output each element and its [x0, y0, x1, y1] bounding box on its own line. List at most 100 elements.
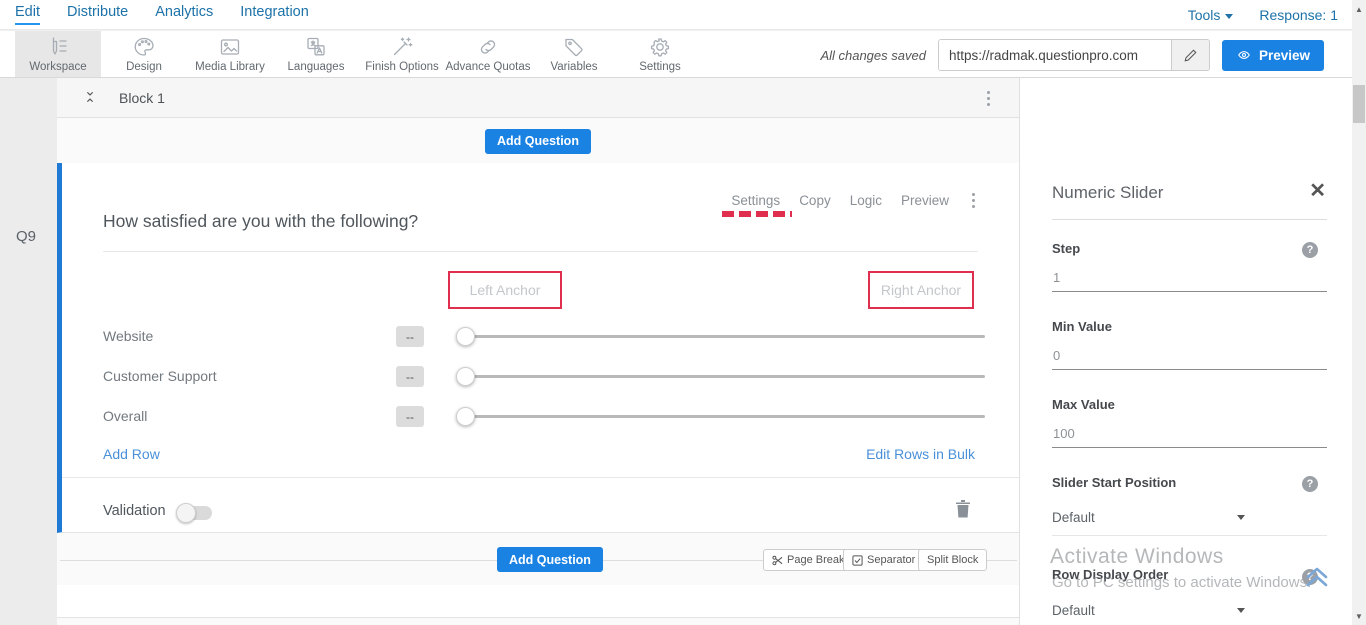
- help-icon[interactable]: ?: [1302, 476, 1318, 492]
- edit-rows-in-bulk-link[interactable]: Edit Rows in Bulk: [866, 446, 975, 462]
- slider-handle[interactable]: [456, 407, 475, 426]
- row-label-website[interactable]: Website: [103, 328, 153, 344]
- block-title[interactable]: Block 1: [119, 90, 165, 106]
- nav-tab-analytics[interactable]: Analytics: [155, 4, 213, 25]
- question-preview-link[interactable]: Preview: [901, 193, 949, 208]
- toolbar-item-label: Design: [126, 61, 162, 73]
- scrollbar-up-arrow[interactable]: ▲: [1352, 2, 1366, 16]
- question-copy-link[interactable]: Copy: [799, 193, 831, 208]
- nav-tab-edit[interactable]: Edit: [15, 4, 40, 25]
- variables-icon: [562, 35, 586, 59]
- nav-tab-distribute[interactable]: Distribute: [67, 4, 128, 25]
- preview-label: Preview: [1259, 48, 1310, 63]
- selected-option: Default: [1052, 603, 1095, 618]
- top-nav: Edit Distribute Analytics Integration To…: [0, 0, 1366, 30]
- collapse-block-button[interactable]: [83, 89, 101, 107]
- separator-button[interactable]: Separator: [843, 549, 924, 571]
- toolbar-item-label: Settings: [639, 61, 681, 73]
- toolbar-item-languages[interactable]: Languages: [273, 31, 359, 77]
- survey-url-input[interactable]: [939, 40, 1171, 70]
- left-anchor-input[interactable]: [456, 282, 555, 298]
- separator-label: Separator: [867, 554, 915, 566]
- chevron-down-icon: [1237, 608, 1245, 613]
- slider-handle[interactable]: [456, 327, 475, 346]
- slider-handle[interactable]: [456, 367, 475, 386]
- row-label-overall[interactable]: Overall: [103, 408, 147, 424]
- next-block-area: [57, 585, 1019, 618]
- advance-quotas-icon: [476, 35, 500, 59]
- slider-start-position-label: Slider Start Position: [1052, 475, 1176, 490]
- slider-track: [460, 335, 985, 338]
- toolbar-item-design[interactable]: Design: [101, 31, 187, 77]
- min-value-label: Min Value: [1052, 319, 1112, 334]
- add-row-link[interactable]: Add Row: [103, 446, 160, 462]
- delete-question-button[interactable]: [955, 499, 971, 518]
- preview-button[interactable]: Preview: [1222, 40, 1324, 71]
- right-anchor-annotation-box: [868, 271, 974, 309]
- tools-label: Tools: [1188, 7, 1221, 23]
- activate-windows-watermark-line2: Go to PC settings to activate Windows.: [1052, 574, 1311, 591]
- eye-icon: [1236, 49, 1252, 61]
- question-settings-panel: Numeric Slider ✕ Step ? Min Value Max Va…: [1020, 78, 1352, 625]
- scrollbar-thumb[interactable]: [1353, 85, 1365, 123]
- toolbar-item-media-library[interactable]: Media Library: [187, 31, 273, 77]
- left-anchor-annotation-box: [448, 271, 562, 309]
- right-anchor-input[interactable]: [875, 282, 967, 298]
- settings-panel-divider: [1052, 219, 1327, 220]
- question-number: Q9: [16, 228, 36, 245]
- row-display-order-select[interactable]: Default: [1052, 603, 1327, 625]
- question-logic-link[interactable]: Logic: [850, 193, 882, 208]
- min-value-input[interactable]: [1052, 348, 1327, 370]
- split-block-label: Split Block: [927, 554, 978, 566]
- add-question-button-bottom[interactable]: Add Question: [497, 547, 603, 572]
- add-question-strip-bottom: Add Question Page Break Separator Split …: [57, 534, 1019, 585]
- checkbox-icon: [852, 555, 863, 566]
- row-value-chip: --: [396, 366, 424, 387]
- question-text[interactable]: How satisfied are you with the following…: [103, 211, 418, 232]
- step-label: Step: [1052, 241, 1080, 256]
- nav-tab-integration[interactable]: Integration: [240, 4, 309, 25]
- response-count[interactable]: Response: 1: [1259, 7, 1338, 23]
- pencil-icon: [1183, 48, 1198, 63]
- toolbar-item-settings[interactable]: Settings: [617, 31, 703, 77]
- block-menu-button[interactable]: [983, 87, 994, 110]
- slider-track: [460, 415, 985, 418]
- split-block-button[interactable]: Split Block: [918, 549, 987, 571]
- toolbar-item-variables[interactable]: Variables: [531, 31, 617, 77]
- finish-options-icon: [390, 35, 414, 59]
- scroll-to-top-button[interactable]: [1303, 565, 1331, 594]
- close-icon[interactable]: ✕: [1309, 181, 1326, 201]
- double-chevron-up-icon: [1303, 565, 1331, 589]
- toolbar-item-advance-quotas[interactable]: Advance Quotas: [445, 31, 531, 77]
- max-value-input[interactable]: [1052, 426, 1327, 448]
- question-actions: Settings Copy Logic Preview: [731, 189, 979, 212]
- validation-toggle[interactable]: [178, 506, 212, 520]
- toolbar-item-label: Media Library: [195, 61, 265, 73]
- question-settings-link[interactable]: Settings: [731, 193, 780, 208]
- edit-url-button[interactable]: [1171, 40, 1209, 70]
- question-menu-button[interactable]: [968, 189, 979, 212]
- trash-icon: [955, 499, 971, 518]
- toolbar-item-workspace[interactable]: Workspace: [15, 31, 101, 77]
- questionpro-editor: Edit Distribute Analytics Integration To…: [0, 0, 1366, 625]
- validation-label: Validation: [103, 503, 166, 519]
- tools-menu[interactable]: Tools: [1188, 7, 1234, 23]
- page-scrollbar[interactable]: ▲ ▼: [1352, 0, 1366, 625]
- slider-start-position-select[interactable]: Default: [1052, 510, 1327, 536]
- row-value-chip: --: [396, 406, 424, 427]
- chevron-down-icon: [1225, 14, 1233, 19]
- row-label-customer-support[interactable]: Customer Support: [103, 368, 217, 384]
- toolbar-item-label: Languages: [288, 61, 345, 73]
- toolbar-item-label: Finish Options: [365, 61, 439, 73]
- toolbar-item-finish-options[interactable]: Finish Options: [359, 31, 445, 77]
- add-question-button-top[interactable]: Add Question: [485, 129, 591, 154]
- step-input[interactable]: [1052, 270, 1327, 292]
- max-value-label: Max Value: [1052, 397, 1115, 412]
- help-icon[interactable]: ?: [1302, 242, 1318, 258]
- design-icon: [132, 35, 156, 59]
- page-break-button[interactable]: Page Break: [763, 549, 853, 571]
- scrollbar-down-arrow[interactable]: ▼: [1352, 609, 1366, 623]
- question-card[interactable]: Settings Copy Logic Preview How satisfie…: [57, 163, 1019, 533]
- toolbar-item-label: Variables: [550, 61, 597, 73]
- languages-icon: [304, 35, 328, 59]
